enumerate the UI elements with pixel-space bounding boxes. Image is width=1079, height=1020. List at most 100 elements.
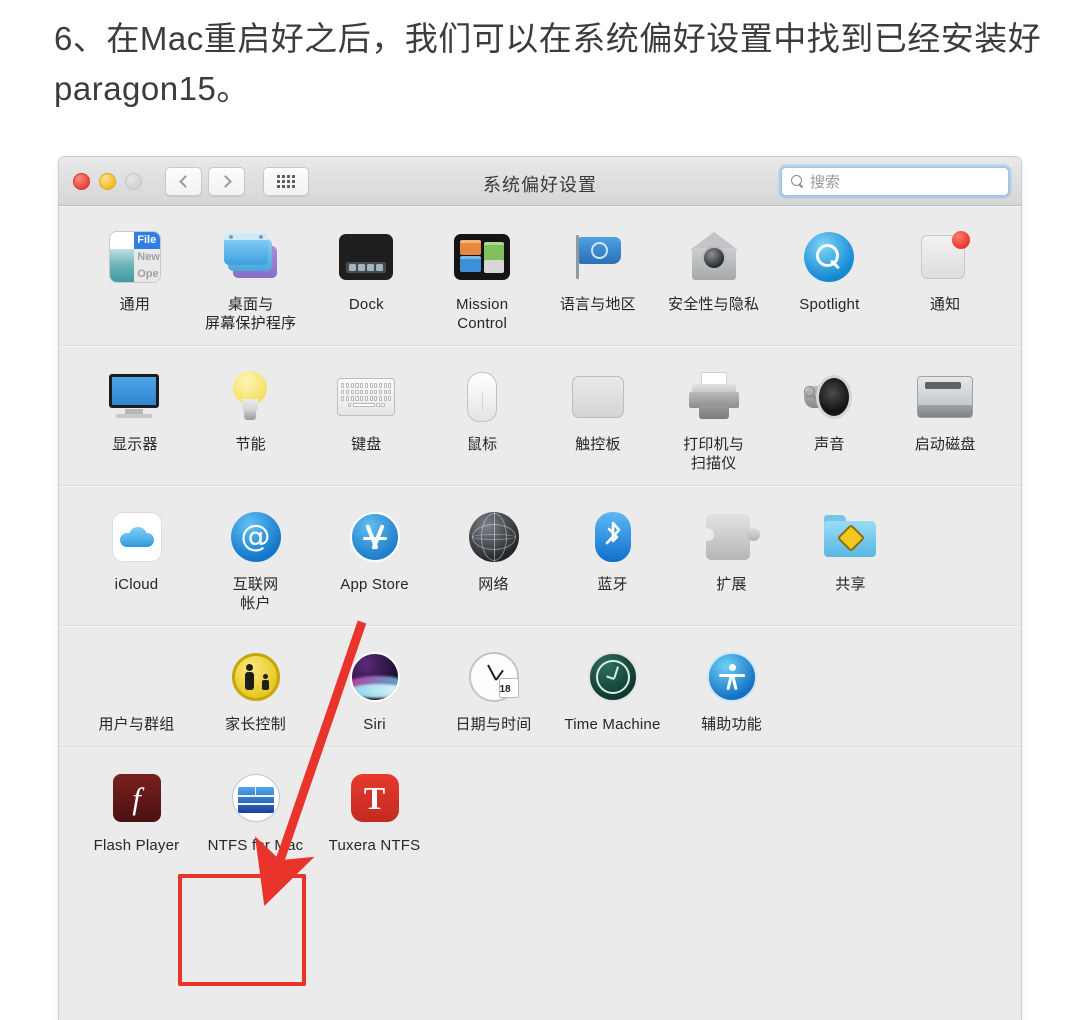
trackpad-icon [567,366,629,428]
pane-label: 通知 [929,296,961,313]
users-groups-icon [106,646,168,708]
pane-trackpad[interactable]: 触控板 [540,362,656,473]
general-icon: File New Ope [104,226,166,288]
pane-tuxera-ntfs[interactable]: T Tuxera NTFS [315,763,434,855]
pane-ntfs-for-mac[interactable]: NTFS for Mac [196,763,315,855]
flash-player-icon: f [106,767,168,829]
pane-date-time[interactable]: 18 日期与时间 [434,642,553,734]
pane-accessibility[interactable]: 辅助功能 [672,642,791,734]
pane-label: 显示器 [112,436,158,453]
pane-security-privacy[interactable]: 安全性与隐私 [656,222,772,333]
pane-displays[interactable]: 显示器 [77,362,193,473]
energy-saver-icon [220,366,282,428]
search-icon [791,175,804,188]
pane-general[interactable]: File New Ope 通用 [77,222,193,333]
page-root: 6、在Mac重启好之后，我们可以在系统偏好设置中找到已经安装好paragon15… [0,0,1079,1020]
pane-energy-saver[interactable]: 节能 [193,362,309,473]
pane-label: Flash Player [93,837,180,854]
app-store-icon [344,506,406,568]
pane-label: 打印机与 扫描仪 [683,436,745,472]
pane-label: 声音 [814,436,845,453]
pane-label: iCloud [114,576,159,593]
pane-startup-disk[interactable]: 启动磁盘 [887,362,1003,473]
keyboard-icon [335,366,397,428]
dock-icon [335,226,397,288]
pane-parental-controls[interactable]: 家长控制 [196,642,315,734]
pane-label: 启动磁盘 [914,436,976,453]
pane-icloud[interactable]: iCloud [77,502,196,613]
page-caption: 6、在Mac重启好之后，我们可以在系统偏好设置中找到已经安装好paragon15… [54,20,1042,107]
pane-language-region[interactable]: 语言与地区 [540,222,656,333]
notifications-icon [914,226,976,288]
pane-spotlight[interactable]: Spotlight [772,222,888,333]
network-icon [463,506,525,568]
calendar-day: 18 [499,684,511,695]
pane-row-2: 显示器 节能 键盘 鼠标 触控板 打印机与 扫描仪 声音 启动磁盘 [59,346,1021,486]
extensions-icon [700,506,763,568]
pane-extensions[interactable]: 扩展 [672,502,791,613]
parental-controls-icon [225,646,287,708]
printers-scanners-icon [683,366,745,428]
pane-label: Tuxera NTFS [328,837,421,854]
pane-label: 语言与地区 [559,296,636,313]
displays-icon [104,366,166,428]
pane-label: 用户与群组 [98,716,175,733]
siri-icon [344,646,406,708]
pane-label: 网络 [478,576,509,593]
pane-sound[interactable]: 声音 [772,362,888,473]
tuxera-ntfs-icon: T [344,767,406,829]
window-titlebar: 系统偏好设置 搜索 [59,157,1021,206]
pane-network[interactable]: 网络 [434,502,553,613]
mission-control-icon [451,226,513,288]
search-input[interactable]: 搜索 [781,167,1009,196]
pane-label: 扩展 [716,576,747,593]
pane-mouse[interactable]: 鼠标 [424,362,540,473]
pane-row-4: 用户与群组 家长控制 Siri 18 日期与时间 Time Machine 辅助… [59,626,1021,747]
pane-label: Mission Control [456,296,509,332]
pane-sharing[interactable]: 共享 [791,502,910,613]
sound-icon [798,366,860,428]
pane-label: 触控板 [575,436,621,453]
pane-users-groups[interactable]: 用户与群组 [77,642,196,734]
pane-row-3: iCloud @ 互联网 帐户 App Store 网络 蓝牙 扩展 共享 [59,486,1021,626]
pane-label: Spotlight [799,296,860,313]
pane-label: Siri [363,716,386,733]
pane-label: 安全性与隐私 [668,296,760,313]
pane-flash-player[interactable]: f Flash Player [77,763,196,855]
internet-accounts-icon: @ [225,506,287,568]
pane-siri[interactable]: Siri [315,642,434,734]
pane-notifications[interactable]: 通知 [887,222,1003,333]
pane-app-store[interactable]: App Store [315,502,434,613]
pane-label: 蓝牙 [597,576,628,593]
desktop-screensaver-icon [220,226,282,288]
sharing-icon [820,506,882,568]
tuxera-glyph: T [350,774,399,822]
pane-printers-scanners[interactable]: 打印机与 扫描仪 [656,362,772,473]
pane-label: 键盘 [351,436,382,453]
pane-row-5: f Flash Player NTFS for Mac T Tuxera NTF… [59,747,1021,867]
date-time-icon: 18 [463,646,525,708]
pane-internet-accounts[interactable]: @ 互联网 帐户 [196,502,315,613]
pane-label: 通用 [119,296,151,313]
system-preferences-window: 系统偏好设置 搜索 File New Ope 通用 桌面与 屏幕保护程序 Doc… [58,156,1022,1020]
pane-mission-control[interactable]: Mission Control [424,222,540,333]
spotlight-icon [798,226,860,288]
pane-time-machine[interactable]: Time Machine [553,642,672,734]
pane-label: 共享 [835,576,866,593]
accessibility-icon [701,646,763,708]
preference-panes-grid: File New Ope 通用 桌面与 屏幕保护程序 Dock Mission … [59,206,1021,867]
bluetooth-icon [582,506,644,568]
ntfs-for-mac-icon [225,767,287,829]
pane-label: Time Machine [564,716,661,733]
pane-label: App Store [340,576,409,593]
pane-keyboard[interactable]: 键盘 [309,362,425,473]
pane-dock[interactable]: Dock [309,222,425,333]
pane-label: 节能 [235,436,266,453]
pane-label: 桌面与 屏幕保护程序 [205,296,297,332]
pane-bluetooth[interactable]: 蓝牙 [553,502,672,613]
language-region-icon [567,226,629,288]
pane-desktop-screensaver[interactable]: 桌面与 屏幕保护程序 [193,222,309,333]
pane-label: Dock [348,296,384,313]
search-placeholder: 搜索 [810,174,841,191]
pane-label: 互联网 帐户 [232,576,279,612]
